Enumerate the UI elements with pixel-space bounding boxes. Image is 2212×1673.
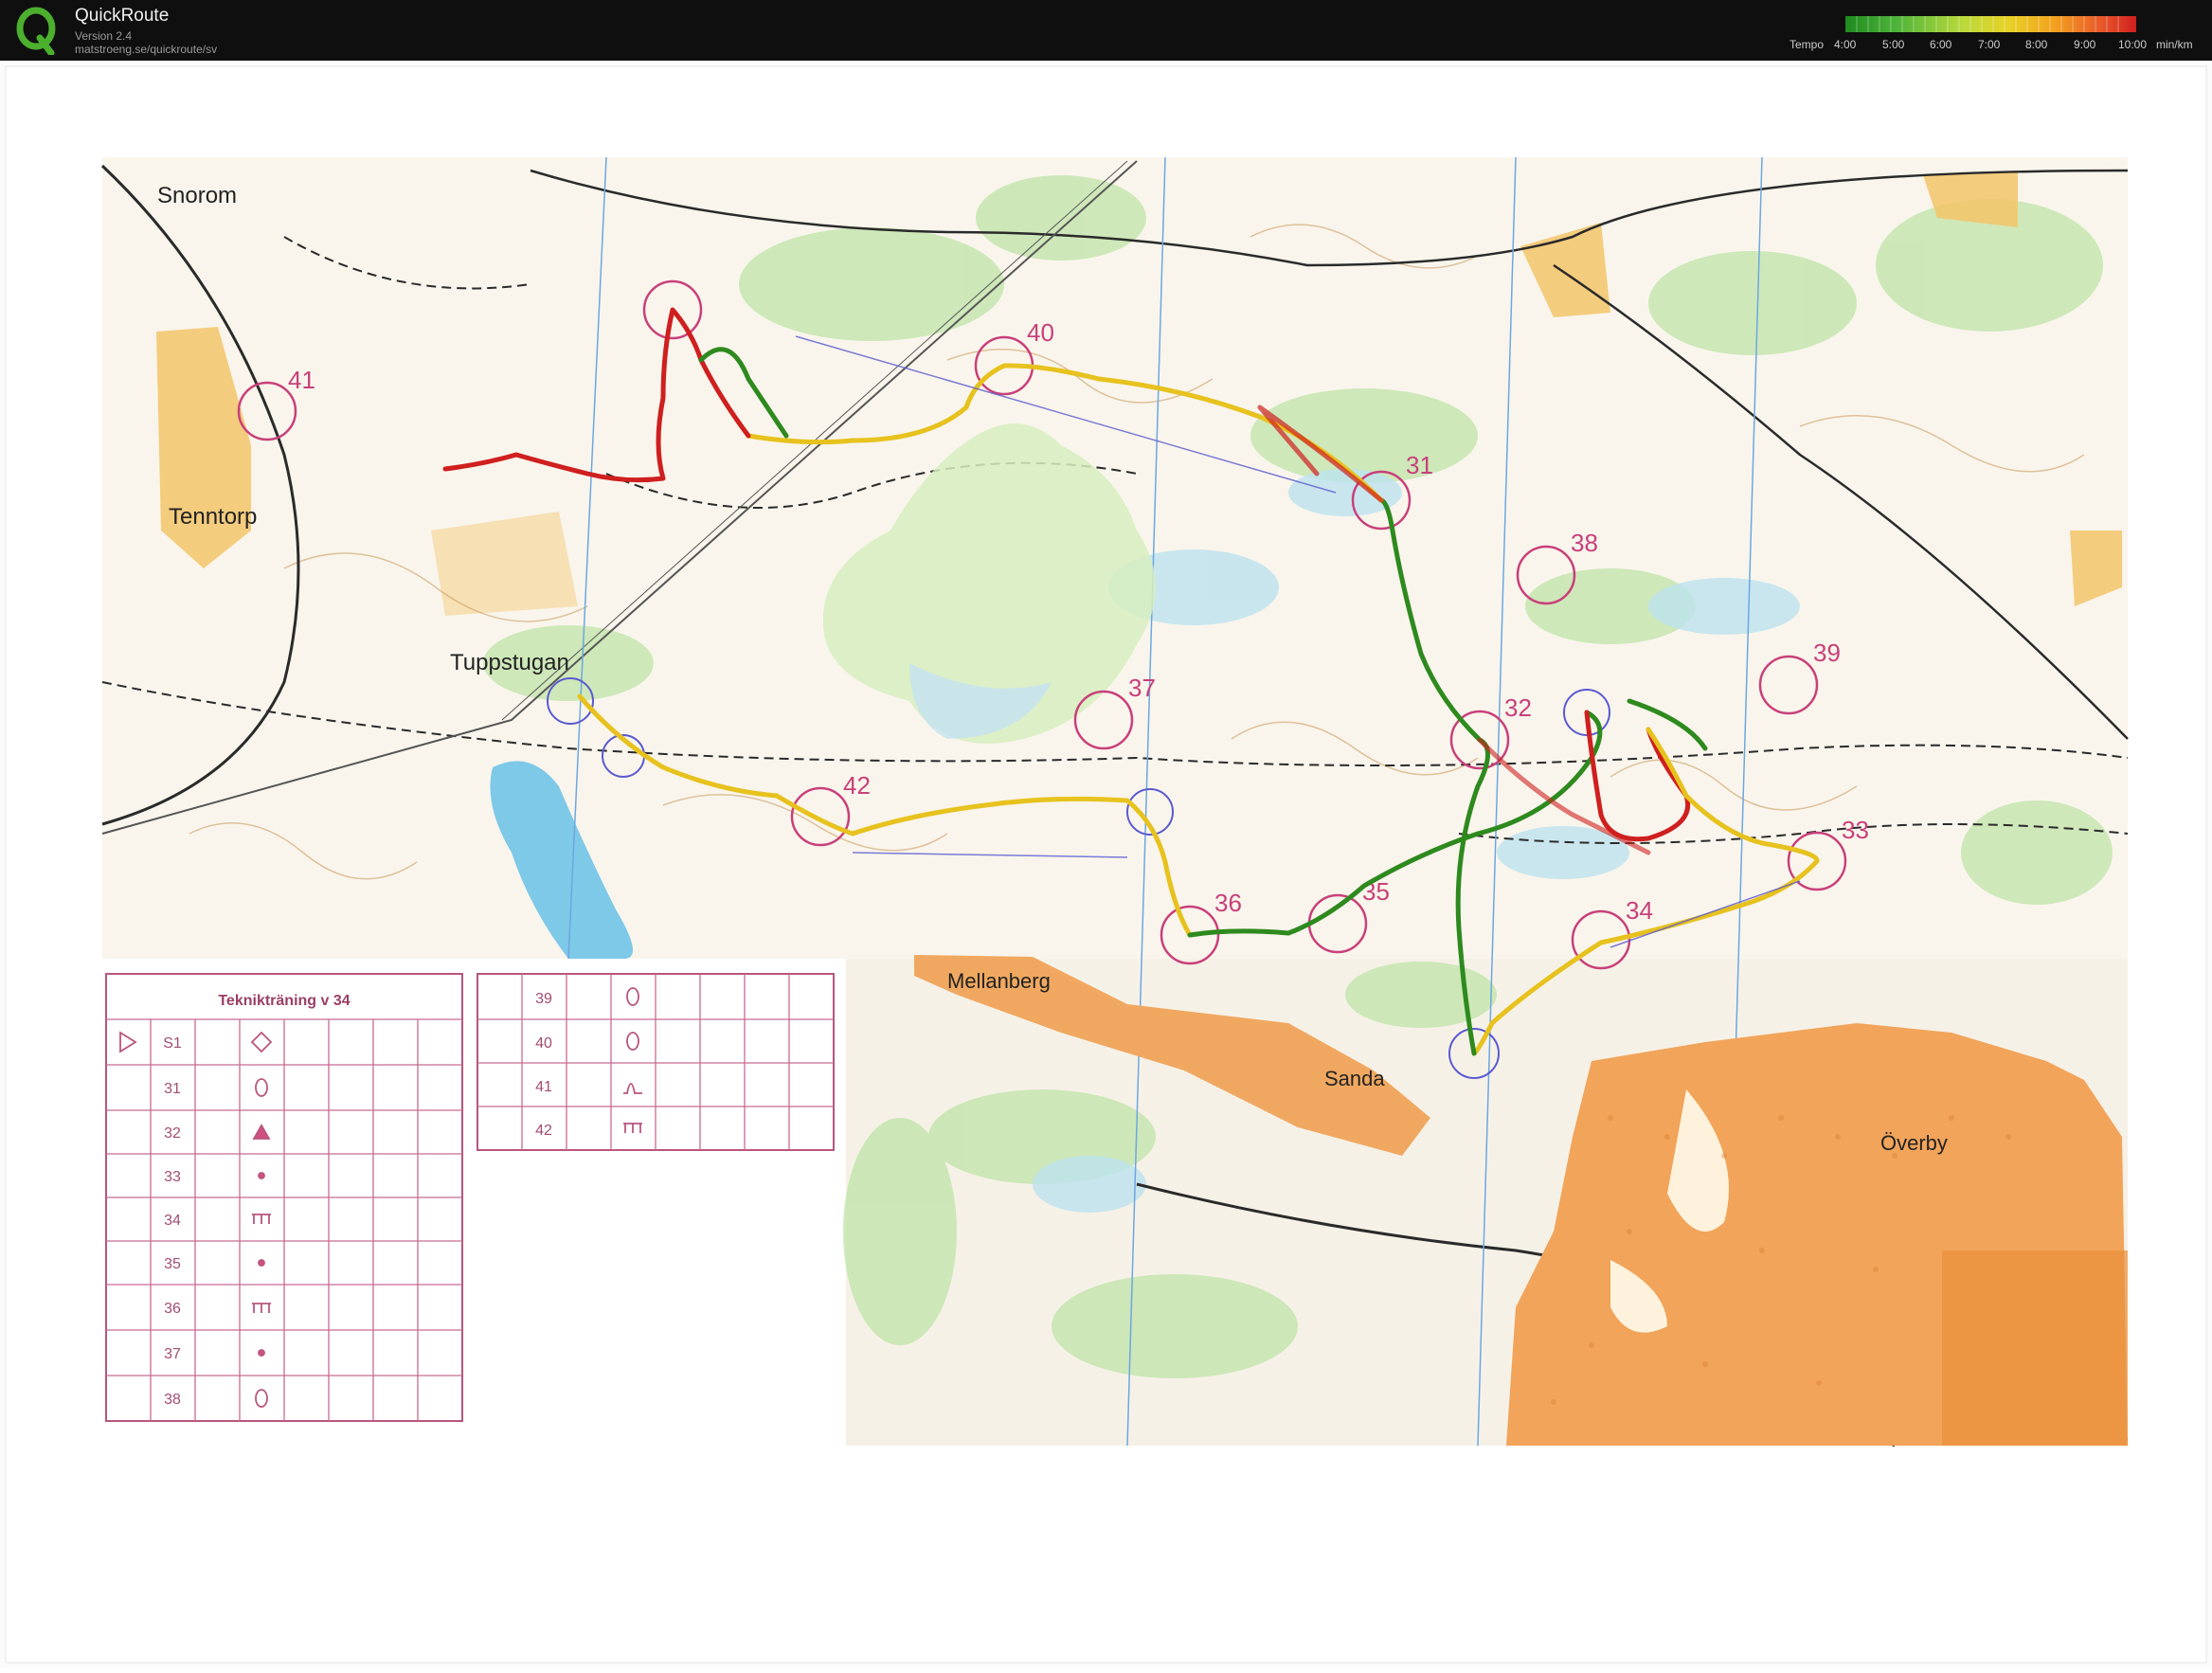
control-code: 34 (164, 1213, 181, 1229)
tempo-tick: 9:00 (2074, 38, 2096, 51)
control-code: S1 (163, 1035, 182, 1052)
control-code: 33 (164, 1169, 181, 1185)
map-canvas[interactable]: Snorom Tenntorp Tuppstugan Mellanberg Sa… (0, 61, 2212, 1668)
orienteering-map[interactable]: Snorom Tenntorp Tuppstugan Mellanberg Sa… (0, 61, 2212, 1668)
app-url[interactable]: matstroeng.se/quickroute/sv (75, 43, 217, 56)
control-number-39: 39 (1813, 639, 1841, 667)
control-number-32: 32 (1504, 693, 1532, 722)
control-code: 39 (535, 991, 552, 1007)
place-overby: Överby (1880, 1131, 1948, 1155)
control-number-31: 31 (1406, 451, 1433, 479)
place-tuppstugan: Tuppstugan (450, 650, 569, 675)
app-title: QuickRoute (75, 6, 170, 26)
control-number-36: 36 (1214, 889, 1242, 917)
control-code: 40 (535, 1035, 552, 1052)
control-number-38: 38 (1571, 529, 1598, 557)
control-code: 32 (164, 1125, 181, 1142)
control-number-42: 42 (843, 771, 871, 800)
control-number-33: 33 (1842, 816, 1869, 844)
control-code: 31 (164, 1081, 181, 1097)
quickroute-logo-icon (16, 7, 56, 55)
tempo-gradient-grid (1856, 16, 2119, 32)
control-number-37: 37 (1128, 674, 1156, 702)
control-code: 42 (535, 1123, 552, 1139)
tempo-tick: 10:00 (2118, 38, 2148, 51)
dot-icon (258, 1172, 265, 1179)
control-code: 37 (164, 1346, 181, 1362)
place-sanda: Sanda (1324, 1067, 1385, 1090)
app-header: QuickRoute Version 2.4 matstroeng.se/qui… (0, 0, 2212, 61)
dot-icon (258, 1349, 265, 1357)
place-mellanberg: Mellanberg (947, 969, 1051, 993)
tempo-unit: min/km (2156, 38, 2193, 51)
control-table-title: Teknikträning v 34 (218, 993, 350, 1009)
tempo-tick: 5:00 (1882, 38, 1905, 51)
control-number-40: 40 (1027, 318, 1054, 347)
place-snorom: Snorom (157, 183, 237, 208)
dot-icon (258, 1259, 265, 1267)
place-tenntorp: Tenntorp (169, 504, 257, 530)
control-code: 41 (535, 1079, 552, 1095)
control-number-41: 41 (288, 366, 315, 394)
control-code: 36 (164, 1301, 181, 1317)
tempo-tick: 8:00 (2025, 38, 2048, 51)
tempo-label: Tempo (1789, 38, 1825, 51)
tempo-tick: 6:00 (1930, 38, 1952, 51)
control-code: 35 (164, 1256, 181, 1272)
control-number-34: 34 (1626, 896, 1653, 925)
control-code: 38 (164, 1392, 181, 1408)
app-version: Version 2.4 (75, 29, 133, 43)
tempo-tick: 4:00 (1834, 38, 1857, 51)
tempo-tick: 7:00 (1978, 38, 2001, 51)
